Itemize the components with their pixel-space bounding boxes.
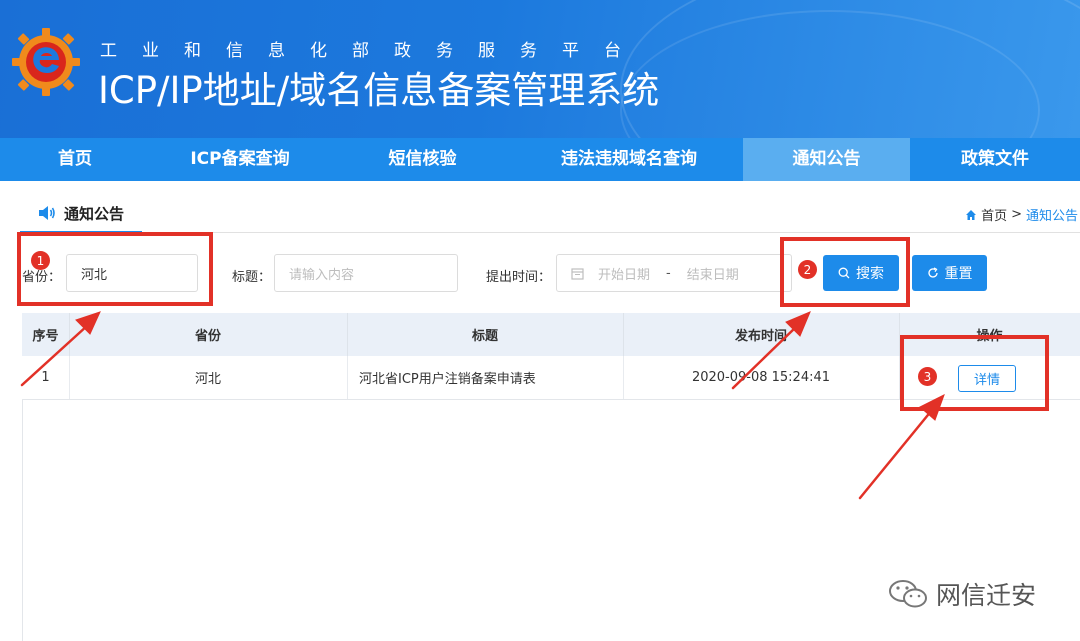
end-date-input[interactable]: 结束日期 (687, 264, 739, 283)
col-title: 标题 (471, 329, 498, 344)
wechat-icon (889, 580, 927, 608)
speaker-icon (39, 206, 55, 220)
breadcrumb-separator: > (1011, 207, 1022, 222)
table-left-border (22, 400, 23, 641)
date-range-picker[interactable]: 开始日期 - 结束日期 (556, 254, 792, 292)
reset-button[interactable]: 重置 (912, 255, 987, 291)
nav-notices[interactable]: 通知公告 (743, 138, 910, 181)
nav-sms-verify[interactable]: 短信核验 (330, 138, 515, 181)
breadcrumb-current: 通知公告 (1025, 209, 1078, 224)
breadcrumb: 首页 > 通知公告 (965, 205, 1078, 224)
range-separator: - (666, 265, 671, 281)
watermark-text: 网信迁安 (936, 581, 1037, 610)
annotation-badge-2: 2 (798, 260, 817, 279)
nav-policy[interactable]: 政策文件 (910, 138, 1080, 181)
home-icon (966, 209, 977, 220)
page-header: 通知公告 首页 > 通知公告 (20, 195, 1080, 233)
title-input[interactable]: 请输入内容 (274, 254, 458, 292)
start-date-input[interactable]: 开始日期 (598, 264, 650, 283)
row-time: 2020-09-08 15:24:41 (691, 370, 831, 385)
row-title: 河北省ICP用户注销备案申请表 (359, 372, 536, 387)
platform-subtitle: 工业和信息化部政务服务平台 (100, 41, 646, 61)
annotation-badge-3: 3 (918, 367, 937, 386)
arrow-3-shaft (858, 408, 934, 500)
nav-illegal-domain[interactable]: 违法违规域名查询 (515, 138, 743, 181)
col-time: 发布时间 (734, 329, 787, 344)
calendar-icon (571, 267, 584, 280)
page-title: 通知公告 (64, 204, 125, 223)
watermark: 网信迁安 (888, 577, 1036, 611)
refresh-icon (927, 267, 938, 278)
page-title-tab: 通知公告 (20, 195, 142, 233)
col-province: 省份 (194, 329, 221, 344)
annotation-box-province (17, 232, 213, 306)
col-index: 序号 (32, 329, 59, 344)
title-label: 标题： (232, 270, 272, 285)
row-index: 1 (41, 370, 50, 385)
system-title: ICP/IP地址/域名信息备案管理系统 (98, 69, 660, 112)
row-province: 河北 (194, 372, 221, 387)
breadcrumb-home[interactable]: 首页 (981, 205, 1007, 224)
miit-logo-icon (12, 28, 80, 96)
time-label: 提出时间： (486, 270, 552, 285)
reset-button-label: 重置 (944, 266, 973, 282)
main-nav: 首页 ICP备案查询 短信核验 违法违规域名查询 通知公告 政策文件 (0, 138, 1080, 181)
nav-home[interactable]: 首页 (0, 138, 150, 181)
nav-icp-query[interactable]: ICP备案查询 (150, 138, 330, 181)
header-banner: 工业和信息化部政务服务平台 ICP/IP地址/域名信息备案管理系统 (0, 0, 1080, 138)
annotation-badge-1: 1 (31, 251, 50, 270)
